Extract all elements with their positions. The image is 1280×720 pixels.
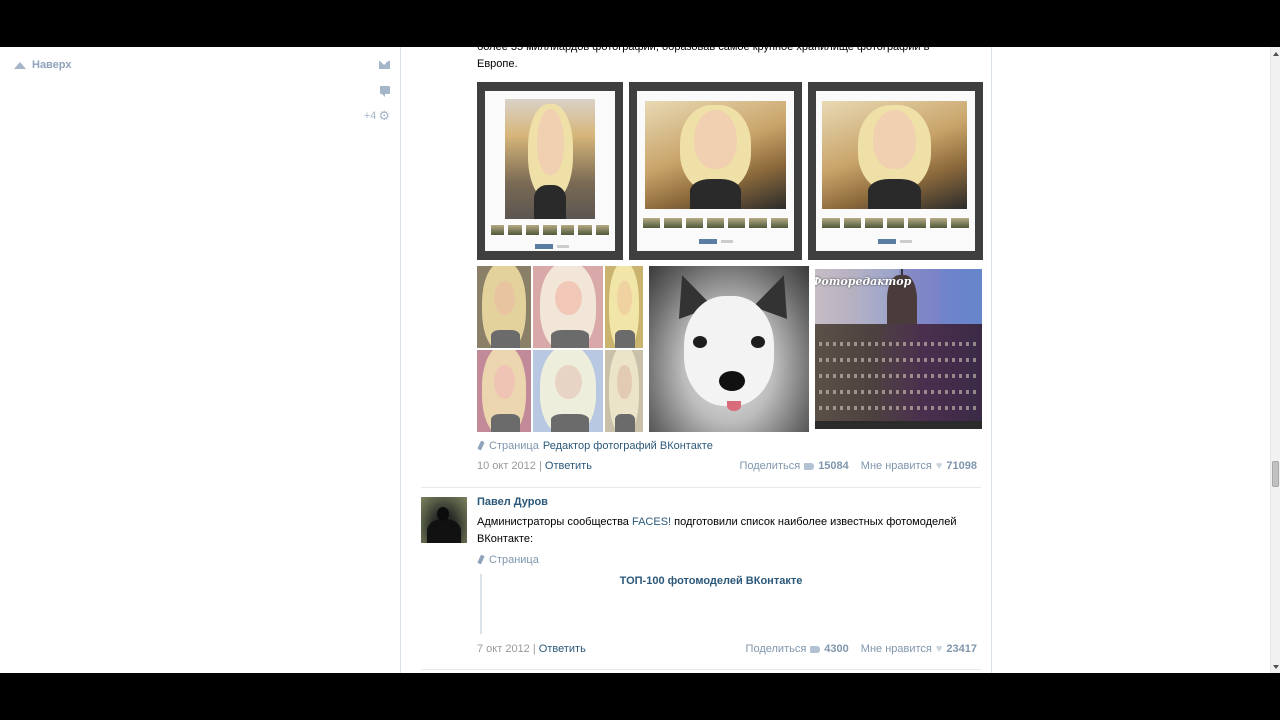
post-text-line: ВКонтакте: [477,533,533,545]
post-text-line: Европе. [477,58,518,70]
share-icon[interactable] [804,462,815,470]
share-count[interactable]: 15084 [818,460,849,472]
post-meta: 10 окт 2012 | Ответить [477,460,592,472]
filter-thumbnails [642,217,789,229]
scrollbar-thumb[interactable] [1272,461,1279,487]
pin-icon [477,555,485,565]
like-label[interactable]: Мне нравится [861,460,932,472]
message-button[interactable] [379,61,390,69]
model-photo [822,101,967,209]
filtered-photo [533,266,603,348]
wiki-page-title[interactable]: ТОП-100 фотомоделей ВКонтакте [501,575,921,587]
community-link[interactable]: FACES! [632,516,671,528]
share-icon[interactable] [810,645,821,653]
attachment-link[interactable]: Редактор фотографий ВКонтакте [543,440,713,452]
screenshot-photo[interactable] [808,82,983,260]
filter-thumbnails [490,224,610,236]
scroll-to-top-link[interactable]: Наверх [14,59,72,71]
heart-icon[interactable]: ♥ [936,460,943,472]
model-photo [505,99,595,219]
pin-icon [477,441,485,451]
post-meta: 7 окт 2012 | Ответить [477,643,586,655]
model-photo [645,101,786,209]
attachment-type: Страница [489,440,539,452]
envelope-icon [379,61,390,69]
comment-bubble-icon [380,86,390,97]
video-letterbox-bottom [0,673,1280,720]
post-text-part: Администраторы сообщества [477,516,632,528]
scroll-to-top-label: Наверх [32,59,72,71]
notification-counter: +4 [363,110,377,122]
husky-photo[interactable] [649,266,809,432]
video-letterbox-top [0,0,1280,47]
city-photo-caption: Фотоpедактор [815,275,912,288]
post-actions: Поделиться 4300 Мне нравится ♥ 23417 [746,643,977,655]
post-divider [421,487,981,488]
like-count[interactable]: 23417 [946,643,977,655]
share-count[interactable]: 4300 [824,643,848,655]
attachment-page[interactable]: Страница [477,554,539,566]
attachment-page[interactable]: Страница Редактор фотографий ВКонтакте [477,440,713,452]
post-date[interactable]: 10 окт 2012 [477,460,536,472]
quote-bar [480,574,482,634]
like-count[interactable]: 71098 [946,460,977,472]
screenshot-photo[interactable] [477,82,623,260]
post-text: Администраторы сообщества FACES! подгото… [477,514,982,548]
photo-editor-city-photo[interactable]: Фотоpедактор [815,269,982,429]
post-author[interactable]: Павел Дуров [477,496,548,508]
filter-thumbnails [821,217,971,229]
post-text-line: более 35 миллиардов фотографий, образова… [477,47,930,53]
gear-icon: ⚙ [378,108,390,123]
avatar[interactable] [421,497,467,543]
post-text: более 35 миллиардов фотографий, образова… [477,47,977,73]
arrow-up-icon [14,61,26,69]
settings-button[interactable]: +4 ⚙ [363,108,390,123]
post-date[interactable]: 7 окт 2012 [477,643,530,655]
post-divider [421,669,981,670]
post-actions: Поделиться 15084 Мне нравится ♥ 71098 [739,460,977,472]
scroll-up-arrow-icon[interactable] [1273,52,1279,56]
filtered-photo [477,350,531,432]
filtered-photo [605,350,643,432]
attachment-type: Страница [489,554,539,566]
like-label[interactable]: Мне нравится [861,643,932,655]
filter-examples-grid[interactable] [477,266,643,432]
share-label[interactable]: Поделиться [746,643,807,655]
screenshot-photo[interactable] [629,82,802,260]
left-column: Наверх +4 ⚙ [0,47,400,673]
page-scrollbar[interactable] [1270,47,1280,673]
scroll-down-arrow-icon[interactable] [1273,665,1279,669]
reply-link[interactable]: Ответить [539,643,586,655]
filtered-photo [605,266,643,348]
wall-feed: более 35 миллиардов фотографий, образова… [400,47,992,673]
comments-button[interactable] [380,86,390,97]
filtered-photo [477,266,531,348]
filtered-photo [533,350,603,432]
share-label[interactable]: Поделиться [739,460,800,472]
post-text-part: подготовили список наиболее известных фо… [671,516,957,528]
reply-link[interactable]: Ответить [545,460,592,472]
browser-viewport: Наверх +4 ⚙ более 35 миллиардов фотограф… [0,47,1280,673]
right-empty-area [992,47,1270,673]
heart-icon[interactable]: ♥ [936,643,943,655]
